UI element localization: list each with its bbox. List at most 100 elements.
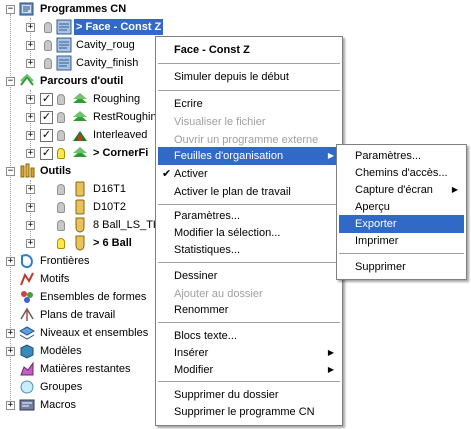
menu-item-visualiser[interactable]: Visualiser le fichier [158, 113, 340, 131]
tree-node-modeles[interactable]: Modèles [38, 343, 84, 359]
submenu-item-capture[interactable]: Capture d'écran ▶ [339, 181, 464, 199]
menu-item-modifier-selection[interactable]: Modifier la sélection... [158, 224, 340, 242]
toolpath-checkbox[interactable]: ✓ [40, 147, 53, 160]
expand-toggle[interactable]: + [26, 149, 35, 158]
tree-node-parcours[interactable]: Parcours d'outil [38, 73, 125, 89]
submenu-item-parametres[interactable]: Paramètres... [339, 147, 464, 165]
tree-node-outils[interactable]: Outils [38, 163, 73, 179]
tree-item-cornerfi[interactable]: > CornerFi [91, 145, 150, 161]
tree-item-rest-roughing[interactable]: RestRoughin [91, 109, 159, 125]
light-bulb-on-icon[interactable] [57, 238, 65, 249]
menu-separator [158, 262, 340, 263]
submenu-item-apercu[interactable]: Aperçu [339, 198, 464, 216]
tree-item-d16t1[interactable]: D16T1 [91, 181, 128, 197]
expand-toggle[interactable]: + [26, 41, 35, 50]
menu-item-statistiques[interactable]: Statistiques... [158, 241, 340, 259]
tree-node-plans-travail[interactable]: Plans de travail [38, 307, 117, 323]
menu-item-ecrire[interactable]: Ecrire [158, 95, 340, 113]
submenu-arrow-icon: ▶ [327, 151, 334, 160]
tree-node-matieres[interactable]: Matières restantes [38, 361, 132, 377]
groups-icon [19, 379, 35, 395]
submenu-item-exporter[interactable]: Exporter [339, 215, 464, 233]
expand-toggle[interactable]: + [26, 203, 35, 212]
light-bulb-icon[interactable] [57, 202, 65, 213]
tree-node-frontieres[interactable]: Frontières [38, 253, 92, 269]
tree-item-d10t2[interactable]: D10T2 [91, 199, 128, 215]
tool-icon [72, 181, 88, 197]
macros-icon [19, 397, 35, 413]
context-menu-title: Face - Const Z [174, 44, 250, 56]
expand-toggle[interactable]: + [26, 95, 35, 104]
expand-toggle[interactable]: + [26, 113, 35, 122]
collapse-toggle[interactable]: − [6, 5, 15, 14]
expand-toggle[interactable]: + [6, 329, 15, 338]
menu-item-feuilles-label: Feuilles d'organisation [174, 150, 284, 162]
expand-toggle[interactable]: + [26, 59, 35, 68]
light-bulb-icon[interactable] [57, 220, 65, 231]
menu-item-dessiner[interactable]: Dessiner [158, 267, 340, 285]
submenu-arrow-icon: ▶ [327, 348, 334, 357]
expand-toggle[interactable]: + [26, 185, 35, 194]
menu-item-supprimer-programme[interactable]: Supprimer le programme CN [158, 403, 340, 421]
menu-item-blocs-texte[interactable]: Blocs texte... [158, 327, 340, 345]
light-bulb-icon[interactable] [57, 130, 65, 141]
tree-node-ensembles-formes[interactable]: Ensembles de formes [38, 289, 148, 305]
tree-node-niveaux[interactable]: Niveaux et ensembles [38, 325, 150, 341]
menu-separator [158, 90, 340, 91]
expand-toggle[interactable]: + [6, 347, 15, 356]
collapse-toggle[interactable]: − [6, 77, 15, 86]
collapse-toggle[interactable]: − [6, 167, 15, 176]
tree-item-roughing[interactable]: Roughing [91, 91, 142, 107]
menu-item-activer-plan[interactable]: Activer le plan de travail [158, 183, 340, 201]
light-bulb-on-icon[interactable] [57, 148, 65, 159]
tree-node-macros[interactable]: Macros [38, 397, 78, 413]
menu-separator [158, 322, 340, 323]
tree-node-motifs[interactable]: Motifs [38, 271, 71, 287]
tool-icon [72, 199, 88, 215]
toolpath-checkbox[interactable]: ✓ [40, 111, 53, 124]
menu-item-renommer[interactable]: Renommer [158, 301, 340, 319]
tree-item-cavity-finish[interactable]: Cavity_finish [74, 55, 140, 71]
light-bulb-icon[interactable] [44, 58, 52, 69]
expand-toggle[interactable]: + [26, 131, 35, 140]
menu-item-inserer[interactable]: Insérer ▶ [158, 344, 340, 362]
toolpath-icon [72, 127, 88, 143]
submenu-item-chemins[interactable]: Chemins d'accès... [339, 164, 464, 182]
levels-icon [18, 325, 36, 341]
submenu-item-supprimer[interactable]: Supprimer [339, 258, 464, 276]
toolpath-icon [72, 145, 88, 161]
submenu-item-capture-label: Capture d'écran [355, 184, 433, 196]
toolpath-checkbox[interactable]: ✓ [40, 93, 53, 106]
tree-node-groupes[interactable]: Groupes [38, 379, 84, 395]
tree-node-programmes[interactable]: Programmes CN [38, 1, 128, 17]
boundary-icon [19, 253, 35, 269]
tree-item-interleaved[interactable]: Interleaved [91, 127, 149, 143]
menu-item-activer-label: Activer [174, 168, 208, 180]
tree-item-6-ball[interactable]: > 6 Ball [91, 235, 134, 251]
light-bulb-icon[interactable] [57, 112, 65, 123]
menu-item-simuler[interactable]: Simuler depuis le début [158, 68, 340, 86]
light-bulb-icon[interactable] [57, 94, 65, 105]
pattern-icon [19, 271, 35, 287]
tree-item-8-ball[interactable]: 8 Ball_LS_TH [91, 217, 163, 233]
expand-toggle[interactable]: + [6, 401, 15, 410]
expand-toggle[interactable]: + [26, 239, 35, 248]
nc-program-icon [56, 55, 72, 71]
menu-item-feuilles[interactable]: Feuilles d'organisation ▶ [158, 147, 340, 165]
toolpath-checkbox[interactable]: ✓ [40, 129, 53, 142]
tree-item-face-const-z[interactable]: > Face - Const Z [74, 19, 164, 35]
checkmark-icon: ✔ [162, 168, 172, 180]
light-bulb-icon[interactable] [57, 184, 65, 195]
menu-item-parametres[interactable]: Paramètres... [158, 207, 340, 225]
menu-item-supprimer-dossier[interactable]: Supprimer du dossier [158, 386, 340, 404]
tree-item-cavity-rough[interactable]: Cavity_roug [74, 37, 137, 53]
light-bulb-icon[interactable] [44, 22, 52, 33]
ball-tool-icon [72, 217, 88, 233]
expand-toggle[interactable]: + [6, 257, 15, 266]
submenu-item-imprimer[interactable]: Imprimer [339, 232, 464, 250]
expand-toggle[interactable]: + [26, 221, 35, 230]
light-bulb-icon[interactable] [44, 40, 52, 51]
menu-item-modifier[interactable]: Modifier ▶ [158, 361, 340, 379]
expand-toggle[interactable]: + [26, 23, 35, 32]
menu-item-activer[interactable]: ✔ Activer [158, 165, 340, 183]
